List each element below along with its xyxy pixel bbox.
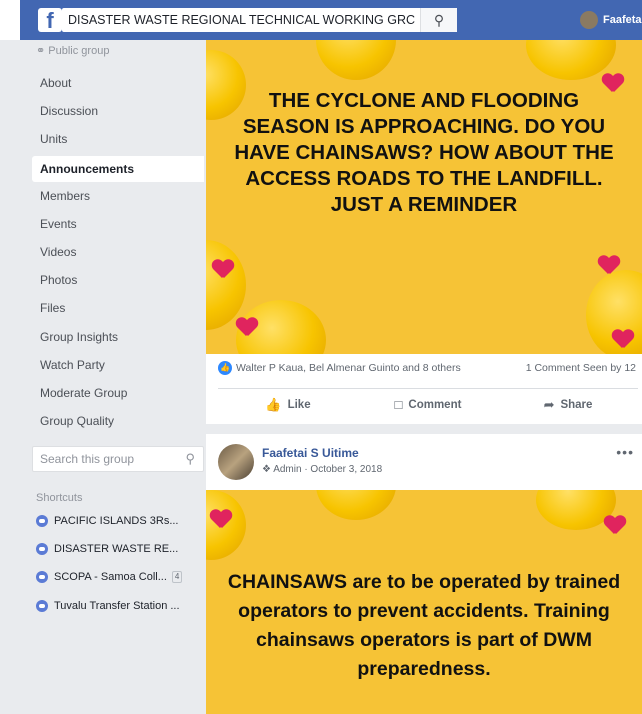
emoji-decoration	[316, 40, 396, 80]
group-icon	[36, 515, 48, 527]
sidebar-item-files[interactable]: Files	[32, 295, 204, 321]
sidebar-item-group-quality[interactable]: Group Quality	[32, 408, 204, 434]
top-bar: f DISASTER WASTE REGIONAL TECHNICAL WORK…	[0, 0, 642, 40]
emoji-decoration	[316, 490, 396, 520]
sidebar-item-members[interactable]: Members	[32, 183, 204, 209]
shortcut-item[interactable]: SCOPA - Samoa Coll... 4	[36, 566, 206, 588]
like-button[interactable]: 👍 Like	[218, 389, 358, 420]
heart-icon	[604, 516, 626, 536]
share-icon: ➦	[543, 396, 555, 412]
post-image[interactable]: THE CYCLONE AND FLOODING SEASON IS APPRO…	[206, 40, 642, 354]
shortcuts-heading: Shortcuts	[36, 492, 83, 504]
sidebar-item-group-insights[interactable]: Group Insights	[32, 324, 204, 350]
heart-icon	[598, 256, 620, 276]
post-image-text: THE CYCLONE AND FLOODING SEASON IS APPRO…	[234, 89, 614, 216]
post-card: THE CYCLONE AND FLOODING SEASON IS APPRO…	[206, 40, 642, 424]
group-privacy: ⚭ Public group	[36, 45, 110, 57]
thumbs-up-icon: 👍	[265, 396, 282, 412]
share-button[interactable]: ➦ Share	[498, 389, 638, 420]
thumbs-up-icon: 👍	[218, 361, 232, 375]
more-options-icon[interactable]: •••	[616, 444, 634, 460]
group-sidebar: ⚭ Public group About Discussion Units An…	[20, 40, 206, 714]
heart-icon	[212, 260, 234, 280]
shortcut-item[interactable]: PACIFIC ISLANDS 3Rs...	[36, 510, 206, 532]
global-search-input[interactable]: DISASTER WASTE REGIONAL TECHNICAL WORKIN…	[62, 8, 457, 32]
admin-badge-icon: ❖	[262, 464, 271, 475]
notification-badge: 4	[171, 571, 183, 583]
sidebar-item-watch-party[interactable]: Watch Party	[32, 352, 204, 378]
user-name: Faafetai	[603, 14, 642, 26]
heart-icon	[210, 510, 232, 530]
group-icon	[36, 543, 48, 555]
search-icon[interactable]: ⚲	[185, 447, 195, 471]
post-card: Faafetai S Uitime ❖ Admin · October 3, 2…	[206, 434, 642, 714]
comment-icon: □	[394, 397, 403, 412]
sidebar-item-moderate-group[interactable]: Moderate Group	[32, 380, 204, 406]
sidebar-item-about[interactable]: About	[32, 70, 204, 96]
sidebar-item-units[interactable]: Units	[32, 126, 204, 152]
shortcut-item[interactable]: DISASTER WASTE RE...	[36, 538, 206, 560]
globe-icon: ⚭	[36, 45, 46, 57]
group-search-input[interactable]: Search this group ⚲	[32, 446, 204, 472]
comment-button[interactable]: □ Comment	[358, 389, 498, 420]
post-image[interactable]: CHAINSAWS are to be operated by trained …	[206, 490, 642, 714]
avatar	[580, 11, 598, 29]
sidebar-item-events[interactable]: Events	[32, 211, 204, 237]
facebook-logo-icon[interactable]: f	[38, 8, 62, 32]
group-icon	[36, 600, 48, 612]
profile-link[interactable]: Faafetai	[580, 9, 642, 31]
shortcut-item[interactable]: Tuvalu Transfer Station ...	[36, 595, 206, 617]
group-icon	[36, 571, 48, 583]
post-header: Faafetai S Uitime ❖ Admin · October 3, 2…	[218, 444, 638, 484]
post-stats[interactable]: 1 Comment Seen by 12	[526, 358, 636, 378]
sidebar-item-photos[interactable]: Photos	[32, 267, 204, 293]
post-image-text: CHAINSAWS are to be operated by trained …	[227, 571, 621, 680]
sidebar-item-discussion[interactable]: Discussion	[32, 98, 204, 124]
reactions-summary[interactable]: 👍 Walter P Kaua, Bel Almenar Guinto and …	[218, 358, 461, 378]
sidebar-item-announcements[interactable]: Announcements	[32, 156, 204, 182]
heart-icon	[612, 330, 634, 350]
search-icon[interactable]: ⚲	[420, 8, 457, 32]
post-meta: ❖ Admin · October 3, 2018	[262, 464, 383, 475]
sidebar-item-videos[interactable]: Videos	[32, 239, 204, 265]
post-author[interactable]: Faafetai S Uitime	[262, 446, 359, 460]
avatar[interactable]	[218, 444, 254, 480]
post-actions: 👍 Like □ Comment ➦ Share	[218, 388, 638, 420]
heart-icon	[236, 318, 258, 338]
